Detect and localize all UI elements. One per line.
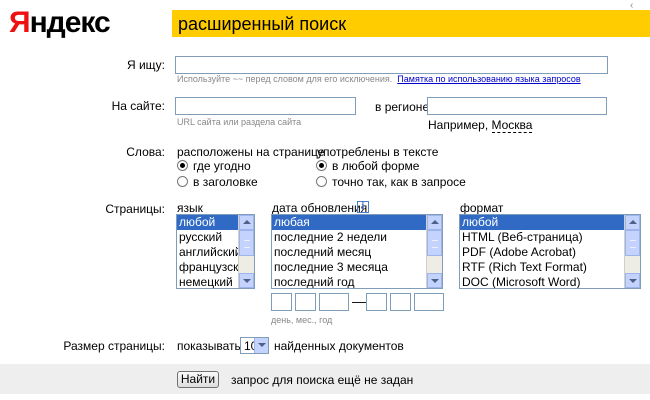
- region-label: в регионе: [375, 100, 430, 114]
- list-item[interactable]: любой: [460, 215, 640, 230]
- date-heading: дата обновления: [272, 201, 368, 215]
- language-scrollbar[interactable]: [238, 215, 254, 288]
- list-item[interactable]: последние 2 недели: [272, 230, 442, 245]
- page-size-suffix: найденных документов: [274, 339, 404, 353]
- region-input[interactable]: [427, 97, 607, 115]
- list-item[interactable]: DOC (Microsoft Word): [460, 275, 640, 288]
- date-to-year[interactable]: [414, 293, 444, 311]
- search-label: Я ищу:: [126, 58, 165, 72]
- info-icon[interactable]: i: [357, 201, 369, 213]
- form-heading: употреблены в тексте: [317, 145, 439, 159]
- query-language-help-link[interactable]: Памятка по использованию языка запросов: [397, 74, 580, 84]
- search-input[interactable]: [175, 56, 608, 74]
- scroll-thumb[interactable]: [239, 230, 254, 256]
- region-example-link[interactable]: Москва: [491, 118, 533, 133]
- words-label: Слова:: [126, 145, 165, 159]
- region-example: Например, Москва: [428, 118, 533, 133]
- date-from-month[interactable]: [295, 293, 316, 311]
- radio-title[interactable]: [177, 176, 188, 187]
- yandex-logo[interactable]: Яндекс: [9, 6, 111, 40]
- date-to-month[interactable]: [390, 293, 411, 311]
- chevron-down-icon[interactable]: [254, 338, 268, 353]
- list-item[interactable]: PDF (Adobe Acrobat): [460, 245, 640, 260]
- format-scrollbar[interactable]: [624, 215, 640, 288]
- scroll-thumb[interactable]: [427, 230, 442, 256]
- site-url-input[interactable]: [175, 97, 356, 115]
- page-title: расширенный поиск: [178, 14, 347, 34]
- radio-anywhere-label: где угодно: [193, 159, 251, 173]
- list-item[interactable]: HTML (Веб-страница): [460, 230, 640, 245]
- corner-mark: ‹: [630, 0, 634, 11]
- page-size-select[interactable]: 10: [240, 337, 269, 354]
- radio-title-label: в заголовке: [193, 175, 258, 189]
- triangle-down-icon[interactable]: [239, 273, 254, 288]
- triangle-up-icon[interactable]: [625, 215, 640, 230]
- logo-first-letter: Я: [9, 6, 31, 39]
- format-heading: формат: [460, 201, 504, 215]
- location-heading: расположены на странице: [177, 145, 325, 159]
- date-to-day[interactable]: [366, 293, 387, 311]
- language-listbox[interactable]: любой русский английский французский нем…: [176, 214, 255, 289]
- region-example-prefix: Например,: [428, 118, 489, 132]
- date-from-year[interactable]: [319, 293, 349, 311]
- radio-exact-form-label: точно так, как в запросе: [332, 175, 466, 189]
- language-heading: язык: [177, 201, 203, 215]
- list-item[interactable]: последний год: [272, 275, 442, 288]
- radio-any-form-label: в любой форме: [332, 159, 420, 173]
- site-hint: URL сайта или раздела сайта: [177, 117, 302, 127]
- search-status: запрос для поиска ещё не задан: [231, 373, 414, 387]
- list-item[interactable]: RTF (Rich Text Format): [460, 260, 640, 275]
- date-listbox[interactable]: любая последние 2 недели последний месяц…: [271, 214, 443, 289]
- triangle-up-icon[interactable]: [239, 215, 254, 230]
- radio-exact-form[interactable]: [316, 176, 327, 187]
- list-item[interactable]: последний месяц: [272, 245, 442, 260]
- search-hint: Используйте ~~ перед словом для его искл…: [177, 74, 581, 85]
- triangle-up-icon[interactable]: [427, 215, 442, 230]
- site-label: На сайте:: [111, 99, 165, 113]
- scroll-thumb[interactable]: [625, 230, 640, 256]
- date-range-hint: день, мес., год: [271, 315, 333, 325]
- pages-label: Страницы:: [105, 202, 165, 216]
- search-hint-text: Используйте ~~ перед словом для его искл…: [177, 74, 393, 84]
- page-size-label: Размер страницы:: [63, 339, 165, 353]
- triangle-down-icon[interactable]: [427, 273, 442, 288]
- radio-any-form[interactable]: [316, 160, 327, 171]
- list-item[interactable]: любая: [272, 215, 442, 230]
- radio-anywhere[interactable]: [177, 160, 188, 171]
- logo-rest: ндекс: [29, 6, 111, 39]
- page-size-prefix: показывать: [177, 339, 241, 353]
- list-item[interactable]: последние 3 месяца: [272, 260, 442, 275]
- date-scrollbar[interactable]: [426, 215, 442, 288]
- triangle-down-icon[interactable]: [625, 273, 640, 288]
- date-range-dash: —: [352, 293, 366, 309]
- date-from-day[interactable]: [271, 293, 292, 311]
- search-button[interactable]: Найти: [177, 371, 219, 388]
- format-listbox[interactable]: любой HTML (Веб-страница) PDF (Adobe Acr…: [459, 214, 641, 289]
